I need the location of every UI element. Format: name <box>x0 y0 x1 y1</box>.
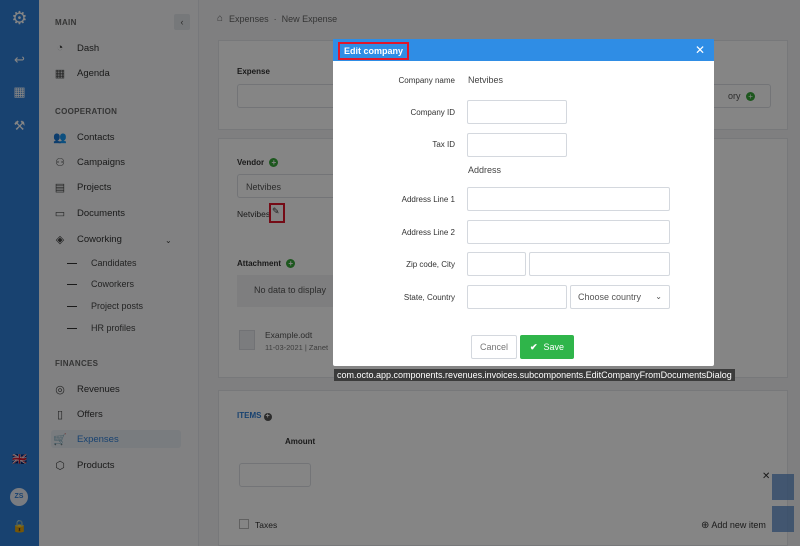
company-name-value: Netvibes <box>468 75 504 85</box>
state-country-label: State, Country <box>403 293 455 302</box>
zip-code-input[interactable] <box>467 252 526 276</box>
save-button[interactable]: ✔ Save <box>520 335 574 359</box>
cancel-button[interactable]: Cancel <box>471 335 517 359</box>
address-heading: Address <box>468 165 502 175</box>
country-select[interactable]: Choose country ⌄ <box>570 285 670 309</box>
company-id-input[interactable] <box>467 100 567 124</box>
address-line-1-label: Address Line 1 <box>401 195 455 204</box>
state-input[interactable] <box>467 285 567 309</box>
tax-id-label: Tax ID <box>432 140 455 149</box>
dialog-header: Edit company ✕ <box>333 39 714 61</box>
component-path-tooltip: com.octo.app.components.revenues.invoice… <box>334 369 735 381</box>
company-name-label: Company name <box>398 76 455 85</box>
chevron-down-icon: ⌄ <box>655 292 662 301</box>
address-line-2-input[interactable] <box>467 220 670 244</box>
address-line-1-input[interactable] <box>467 187 670 211</box>
dialog-title: Edit company <box>338 42 410 60</box>
address-line-2-label: Address Line 2 <box>401 228 455 237</box>
close-icon[interactable]: ✕ <box>695 43 705 57</box>
tax-id-input[interactable] <box>467 133 567 157</box>
company-id-label: Company ID <box>410 108 455 117</box>
city-input[interactable] <box>529 252 670 276</box>
edit-company-dialog: Edit company ✕ Company name Netvibes Com… <box>333 39 714 366</box>
check-icon: ✔ <box>529 342 538 352</box>
zip-city-label: Zip code, City <box>406 260 455 269</box>
